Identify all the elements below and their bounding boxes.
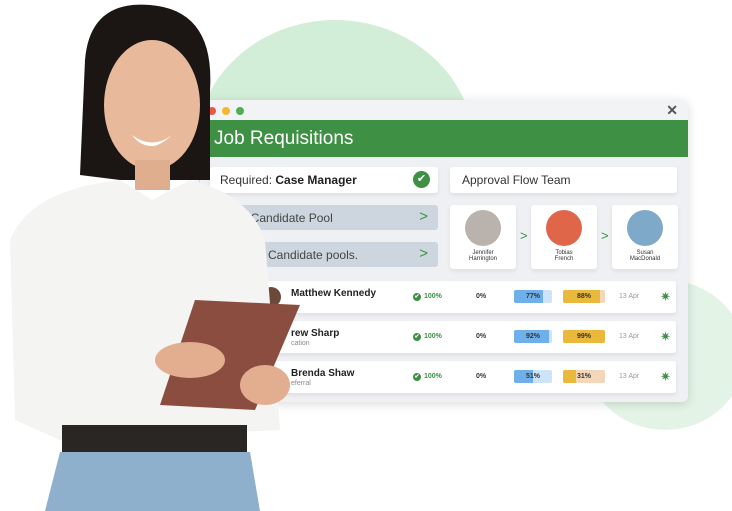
date: 13 Apr xyxy=(619,333,640,340)
check-icon: ✔ xyxy=(413,171,430,188)
blue-label: 51% xyxy=(525,373,540,380)
check-icon: ✔ xyxy=(413,333,421,341)
yellow-label: 99% xyxy=(576,333,591,340)
approver-card[interactable]: Tobias French xyxy=(531,205,597,269)
check-icon: ✔ xyxy=(413,373,421,381)
yellow-progress: 88% xyxy=(563,290,605,303)
gear-icon[interactable]: ✷ xyxy=(660,329,671,345)
belt xyxy=(62,425,247,455)
yellow-progress: 99% xyxy=(563,330,605,343)
chevron-right-icon: > xyxy=(419,245,428,262)
close-icon[interactable]: ✕ xyxy=(666,102,678,119)
face xyxy=(104,40,200,170)
person-photo xyxy=(10,4,300,511)
check-status: ✔ 100% xyxy=(413,293,442,301)
jeans xyxy=(45,452,260,511)
blue-progress: 77% xyxy=(514,290,552,303)
yellow-label: 31% xyxy=(576,373,591,380)
blue-progress: 51% xyxy=(514,370,552,383)
approver-card[interactable]: Jennifer Harrington xyxy=(450,205,516,269)
yellow-label: 88% xyxy=(576,293,591,300)
blue-label: 77% xyxy=(525,293,540,300)
chevron-right-icon: > xyxy=(601,228,609,243)
check-value: 100% xyxy=(424,373,442,380)
zero-value: 0% xyxy=(476,333,487,340)
gear-icon[interactable]: ✷ xyxy=(660,369,671,385)
check-value: 100% xyxy=(424,333,442,340)
check-status: ✔ 100% xyxy=(413,333,442,341)
approval-flow-title: Approval Flow Team xyxy=(450,167,677,193)
candidate-row[interactable]: Matthew Kennedy ✔ 100% 0% 77% 88% 13 Apr … xyxy=(255,281,676,313)
check-icon: ✔ xyxy=(413,293,421,301)
date: 13 Apr xyxy=(619,293,640,300)
approver-last-name: Harrington xyxy=(468,256,497,262)
zero-value: 0% xyxy=(476,293,487,300)
blue-label: 92% xyxy=(525,333,540,340)
avatar xyxy=(627,210,663,246)
candidate-row[interactable]: rew Sharp cation ✔ 100% 0% 92% 99% 13 Apr… xyxy=(255,321,676,353)
check-status: ✔ 100% xyxy=(413,373,442,381)
chevron-right-icon: > xyxy=(520,228,528,243)
gear-icon[interactable]: ✷ xyxy=(660,289,671,305)
approver-last-name: MacDonald xyxy=(629,256,661,262)
avatar xyxy=(546,210,582,246)
approver-card[interactable]: Susan MacDonald xyxy=(612,205,678,269)
zero-value: 0% xyxy=(476,373,487,380)
date: 13 Apr xyxy=(619,373,640,380)
approver-last-name: French xyxy=(554,256,574,262)
avatar xyxy=(465,210,501,246)
blue-progress: 92% xyxy=(514,330,552,343)
check-value: 100% xyxy=(424,293,442,300)
yellow-progress: 31% xyxy=(563,370,605,383)
candidate-row[interactable]: Brenda Shaw eferral ✔ 100% 0% 51% 31% 13 … xyxy=(255,361,676,393)
chevron-right-icon: > xyxy=(419,208,428,225)
